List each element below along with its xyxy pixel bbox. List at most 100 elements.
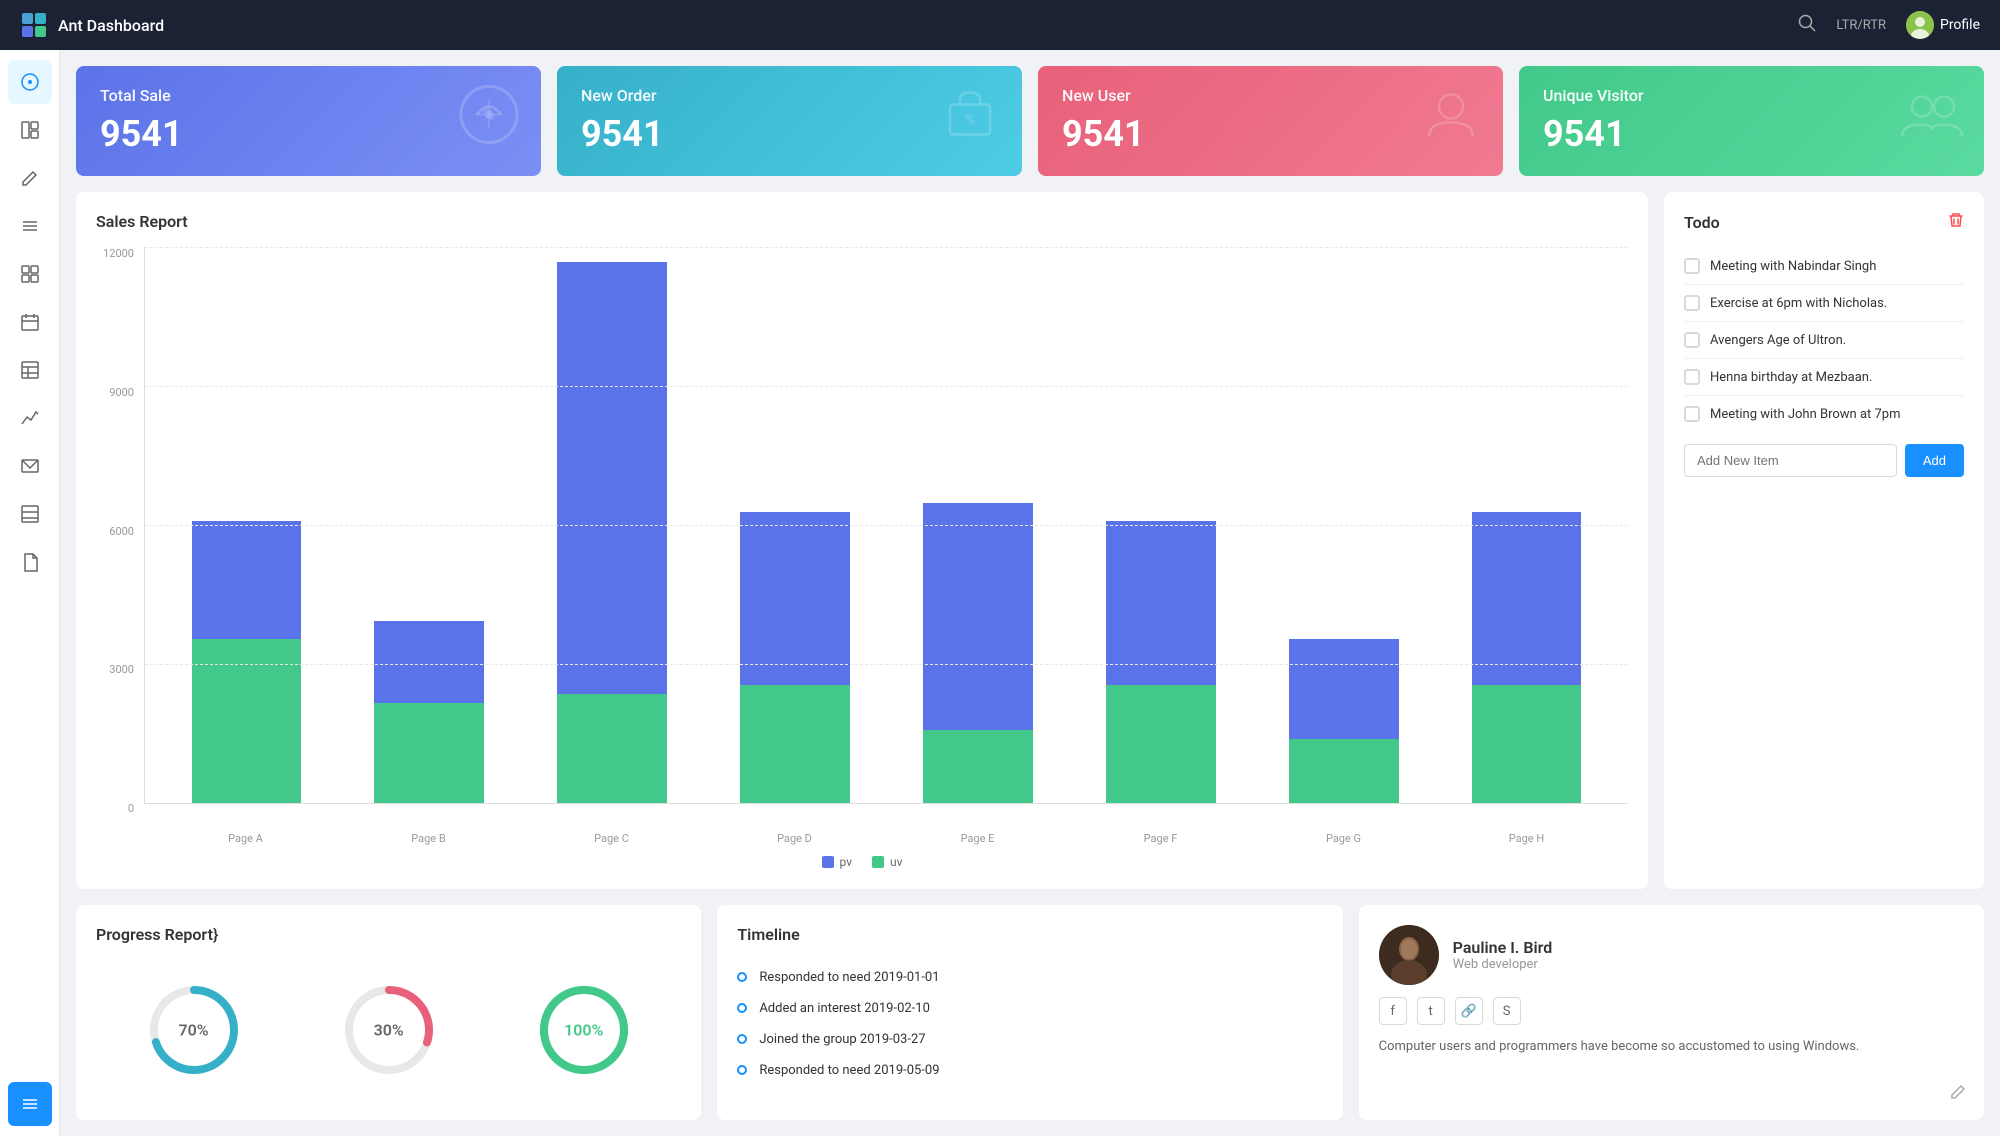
- topnav-right: LTR/RTR Profile: [1798, 11, 1980, 39]
- progress-70: 70%: [144, 980, 244, 1080]
- progress-card: Progress Report} 70%: [76, 905, 701, 1120]
- new-order-title: New Order: [581, 86, 998, 105]
- chart-container: 0 3000 6000 9000 12000: [96, 247, 1628, 869]
- layout: Total Sale 9541 % New Order 9541 % New U…: [0, 50, 2000, 1136]
- timeline-dot: [737, 1003, 747, 1013]
- timeline-item-text: Responded to need 2019-01-01: [759, 970, 939, 985]
- new-user-icon: [1419, 83, 1483, 160]
- svg-text:%: %: [483, 105, 495, 124]
- todo-add-button[interactable]: Add: [1905, 444, 1964, 477]
- stat-card-unique-visitor: Unique Visitor 9541: [1519, 66, 1984, 176]
- sidebar-item-nav[interactable]: [8, 1082, 52, 1126]
- new-user-title: New User: [1062, 86, 1479, 105]
- todo-delete-icon[interactable]: [1948, 212, 1964, 232]
- progress-70-label: 70%: [179, 1021, 209, 1040]
- x-label: Page A: [154, 828, 337, 845]
- todo-list: Meeting with Nabindar Singh Exercise at …: [1684, 248, 1964, 432]
- timeline-item: Responded to need 2019-01-01: [737, 970, 1322, 985]
- unique-visitor-title: Unique Visitor: [1543, 86, 1960, 105]
- timeline-dot: [737, 1034, 747, 1044]
- todo-item: Henna birthday at Mezbaan.: [1684, 359, 1964, 396]
- todo-input[interactable]: [1684, 444, 1897, 477]
- facebook-icon[interactable]: f: [1379, 997, 1407, 1025]
- bar-pv: [1106, 521, 1216, 685]
- profile-bio: Computer users and programmers have beco…: [1379, 1037, 1964, 1058]
- bar-uv: [374, 703, 484, 803]
- unique-visitor-icon: [1900, 83, 1964, 160]
- profile-social: f t 🔗 S: [1379, 997, 1964, 1025]
- timeline-item: Added an interest 2019-02-10: [737, 1001, 1322, 1016]
- bar-uv: [1106, 685, 1216, 803]
- sidebar-item-chart[interactable]: [8, 396, 52, 440]
- legend-pv-dot: [822, 856, 834, 868]
- y-label-0: 0: [96, 802, 140, 815]
- timeline-dot: [737, 972, 747, 982]
- todo-checkbox[interactable]: [1684, 406, 1700, 422]
- bar-pv: [557, 262, 667, 694]
- app-title: Ant Dashboard: [58, 16, 164, 35]
- new-order-value: 9541: [581, 113, 998, 155]
- legend-pv: pv: [822, 855, 853, 869]
- x-label: Page D: [703, 828, 886, 845]
- todo-checkbox[interactable]: [1684, 295, 1700, 311]
- x-label: Page H: [1435, 828, 1618, 845]
- sidebar-item-layout[interactable]: [8, 108, 52, 152]
- app-logo-icon: [20, 11, 48, 39]
- stat-cards: Total Sale 9541 % New Order 9541 % New U…: [76, 66, 1984, 176]
- todo-header: Todo: [1684, 212, 1964, 232]
- chart-bar-group: [521, 257, 704, 803]
- sidebar-item-file[interactable]: [8, 540, 52, 584]
- sidebar-item-edit[interactable]: [8, 156, 52, 200]
- profile-avatar-large: [1379, 925, 1439, 985]
- topnav: Ant Dashboard LTR/RTR Profile: [0, 0, 2000, 50]
- sidebar-item-calendar[interactable]: [8, 300, 52, 344]
- todo-checkbox[interactable]: [1684, 369, 1700, 385]
- chart-bar-group: [338, 257, 521, 803]
- chart-bar-group: [1069, 257, 1252, 803]
- middle-row: Sales Report 0 3000 6000 9000 12000: [76, 192, 1984, 889]
- bar-pv: [1289, 639, 1399, 739]
- sidebar-item-grid[interactable]: [8, 492, 52, 536]
- progress-circles: 70% 30%: [96, 960, 681, 1100]
- profile-label: Profile: [1940, 17, 1980, 33]
- link-icon[interactable]: 🔗: [1455, 997, 1483, 1025]
- sales-report-card: Sales Report 0 3000 6000 9000 12000: [76, 192, 1648, 889]
- sidebar-item-dashboard[interactable]: [8, 60, 52, 104]
- total-sale-title: Total Sale: [100, 86, 517, 105]
- search-icon[interactable]: [1798, 14, 1816, 36]
- skype-icon[interactable]: S: [1493, 997, 1521, 1025]
- todo-add-row: Add: [1684, 444, 1964, 477]
- bar-pv: [374, 621, 484, 703]
- timeline-item-text: Added an interest 2019-02-10: [759, 1001, 930, 1016]
- chart-legend: pv uv: [96, 855, 1628, 869]
- progress-100: 100%: [534, 980, 634, 1080]
- new-user-value: 9541: [1062, 113, 1479, 155]
- profile-button[interactable]: Profile: [1906, 11, 1980, 39]
- todo-item-text: Meeting with John Brown at 7pm: [1710, 407, 1901, 422]
- total-sale-value: 9541: [100, 113, 517, 155]
- todo-item-text: Exercise at 6pm with Nicholas.: [1710, 296, 1887, 311]
- bar-uv: [557, 694, 667, 803]
- profile-info: Pauline I. Bird Web developer: [1453, 938, 1553, 972]
- y-label-12000: 12000: [96, 247, 140, 260]
- sidebar-item-table[interactable]: [8, 348, 52, 392]
- profile-header: Pauline I. Bird Web developer: [1379, 925, 1964, 985]
- bar-pv: [923, 503, 1033, 731]
- new-order-icon: %: [938, 83, 1002, 160]
- ltr-rtr-toggle[interactable]: LTR/RTR: [1836, 18, 1886, 33]
- stat-card-new-user: New User 9541: [1038, 66, 1503, 176]
- sidebar-item-inbox[interactable]: [8, 444, 52, 488]
- todo-card: Todo Meeting with Nabindar Singh Exercis…: [1664, 192, 1984, 889]
- todo-item: Meeting with Nabindar Singh: [1684, 248, 1964, 285]
- bar-uv: [1289, 739, 1399, 803]
- chart-x-labels: Page APage BPage CPage DPage EPage FPage…: [144, 828, 1628, 845]
- sidebar-item-menu[interactable]: [8, 204, 52, 248]
- unique-visitor-value: 9541: [1543, 113, 1960, 155]
- todo-checkbox[interactable]: [1684, 258, 1700, 274]
- edit-icon[interactable]: [1950, 1082, 1968, 1104]
- todo-checkbox[interactable]: [1684, 332, 1700, 348]
- twitter-icon[interactable]: t: [1417, 997, 1445, 1025]
- sidebar-item-widget[interactable]: [8, 252, 52, 296]
- todo-item-text: Henna birthday at Mezbaan.: [1710, 370, 1872, 385]
- timeline-item-text: Joined the group 2019-03-27: [759, 1032, 925, 1047]
